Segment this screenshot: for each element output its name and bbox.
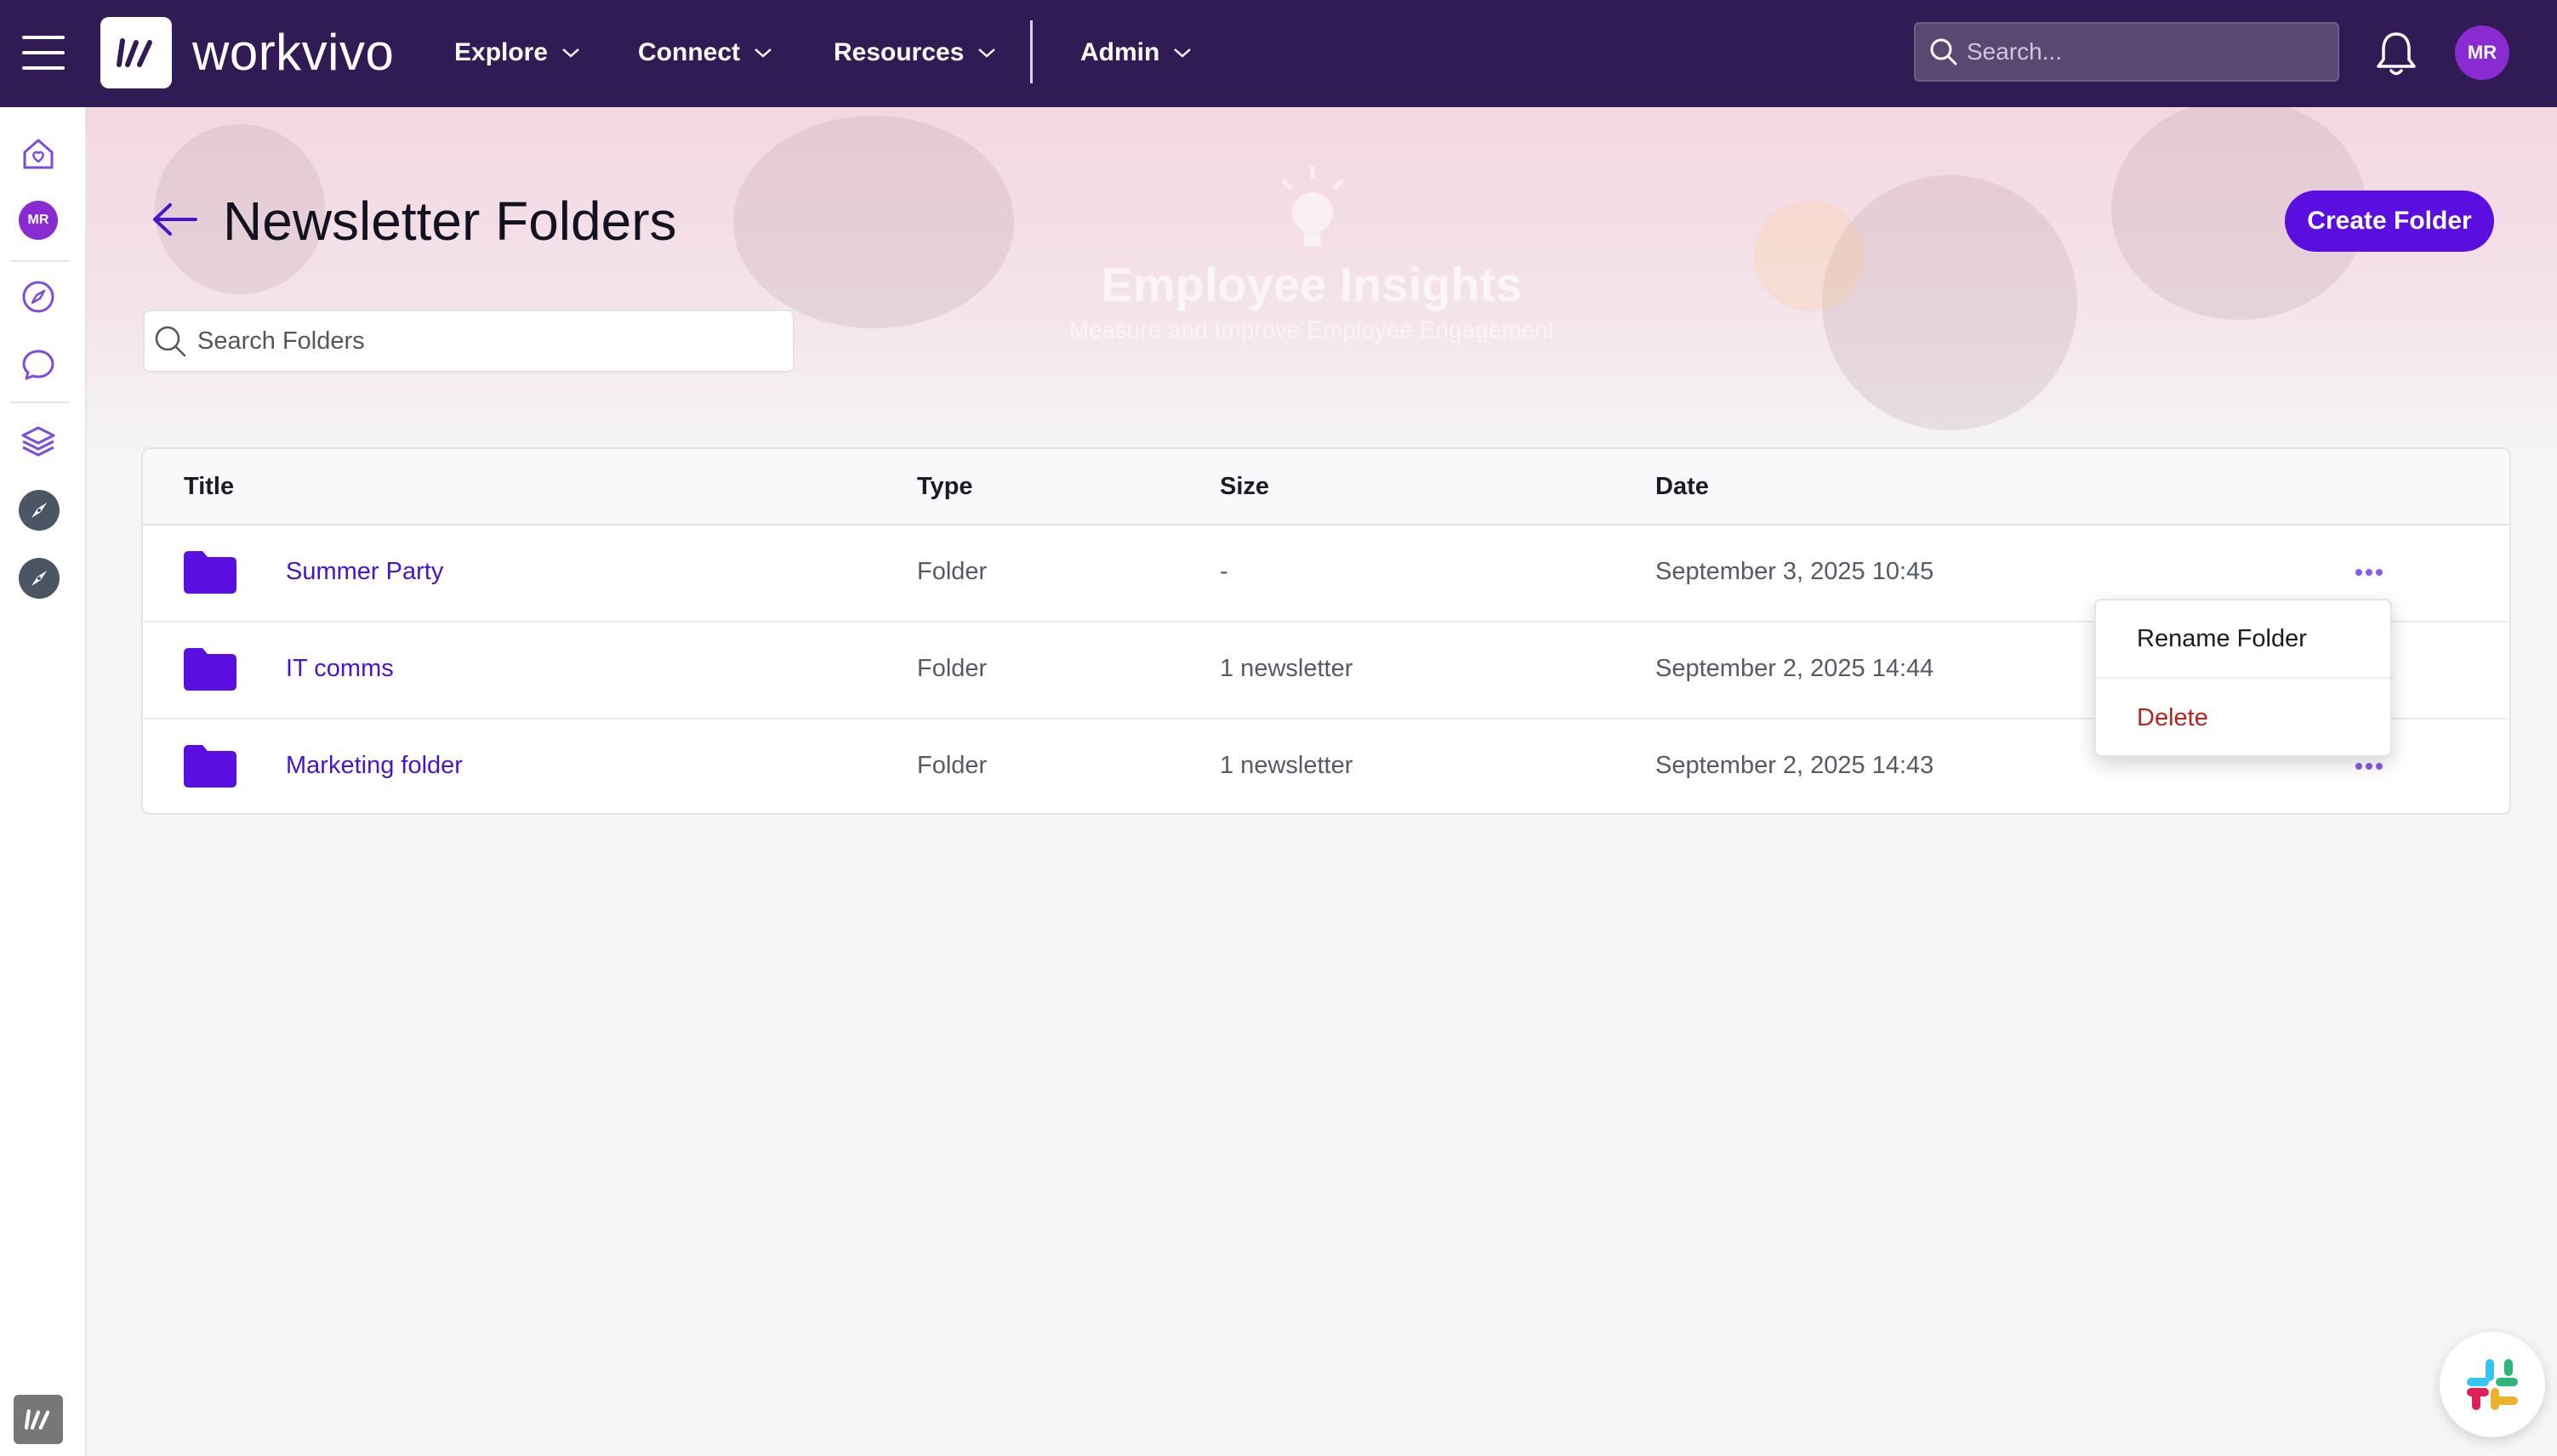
compass-app-icon[interactable] [19,558,60,599]
header-banner: Employee Insights Measure and Improve Em… [87,107,2557,456]
column-header-type[interactable]: Type [917,473,973,501]
folder-date: September 3, 2025 10:45 [1655,558,1934,585]
nav-explore[interactable]: Explore [454,34,580,71]
nav-divider [1030,20,1033,83]
folder-search[interactable] [143,310,794,373]
column-header-date[interactable]: Date [1655,473,1709,501]
banner-subtitle: Measure and Improve Employee Engagement [1068,316,1555,343]
banner-photo [733,116,1014,328]
chevron-down-icon [978,48,996,58]
top-navigation-bar: workvivo Explore Connect Resources Admin… [0,0,2557,107]
sidebar-divider [10,260,70,262]
more-options-icon[interactable] [2349,560,2389,585]
search-icon [1930,38,1957,65]
compass-icon[interactable] [19,277,58,316]
folder-date: September 2, 2025 14:43 [1655,752,1934,779]
banner-title: Employee Insights [1101,258,1523,311]
user-avatar[interactable]: MR [2455,26,2509,80]
folder-type: Folder [917,655,988,682]
slack-button[interactable] [2440,1332,2545,1437]
workvivo-logo-icon[interactable] [100,17,172,88]
column-header-title[interactable]: Title [184,473,234,501]
back-arrow-icon[interactable] [151,201,199,238]
chevron-down-icon [562,48,579,58]
folder-context-menu: Rename Folder Delete [2094,599,2392,757]
nav-connect-label: Connect [638,38,740,66]
search-icon [155,326,186,357]
sidebar-avatar[interactable]: MR [19,201,58,240]
layers-icon[interactable] [19,422,58,461]
folder-size: - [1220,558,1228,585]
brand-name: workvivo [192,24,395,81]
chevron-down-icon [755,48,772,58]
home-heart-icon[interactable] [19,134,58,173]
nav-admin[interactable]: Admin [1080,34,1192,71]
nav-admin-label: Admin [1080,38,1160,66]
nav-explore-label: Explore [454,38,549,66]
create-folder-button[interactable]: Create Folder [2285,191,2494,252]
compass-app-icon[interactable] [19,490,60,531]
folder-title-link[interactable]: Marketing folder [286,752,463,780]
more-options-icon[interactable] [2349,754,2389,779]
nav-connect[interactable]: Connect [638,34,772,71]
page-title: Newsletter Folders [223,191,677,252]
folder-size: 1 newsletter [1220,752,1353,779]
folder-icon [184,745,236,788]
folder-search-input[interactable] [197,327,742,355]
folder-title-link[interactable]: IT comms [286,655,394,683]
sidebar-divider [10,401,70,403]
table-header: Title Type Size Date [143,449,2509,526]
nav-resources[interactable]: Resources [834,34,996,71]
bell-icon[interactable] [2373,29,2419,78]
left-sidebar: MR [0,107,87,1456]
banner-photo [1822,175,2077,430]
banner-badge [1754,201,1865,311]
slack-icon [2467,1359,2518,1410]
menu-icon[interactable] [22,34,65,71]
lightbulb-icon [1281,167,1344,247]
folder-size: 1 newsletter [1220,655,1353,682]
nav-resources-label: Resources [834,38,965,66]
folder-type: Folder [917,752,988,779]
delete-folder-menu-item[interactable]: Delete [2096,679,2390,757]
chevron-down-icon [1174,48,1192,58]
global-search[interactable] [1914,22,2339,82]
chat-bubble-icon[interactable] [19,345,58,384]
folder-title-link[interactable]: Summer Party [286,558,443,586]
column-header-size[interactable]: Size [1220,473,1269,501]
folder-type: Folder [917,558,988,585]
workvivo-logo-icon[interactable] [14,1395,63,1444]
folder-icon [184,648,236,691]
folder-date: September 2, 2025 14:44 [1655,655,1934,682]
global-search-input[interactable] [1967,38,2324,65]
folder-icon [184,551,236,594]
rename-folder-menu-item[interactable]: Rename Folder [2096,600,2390,679]
